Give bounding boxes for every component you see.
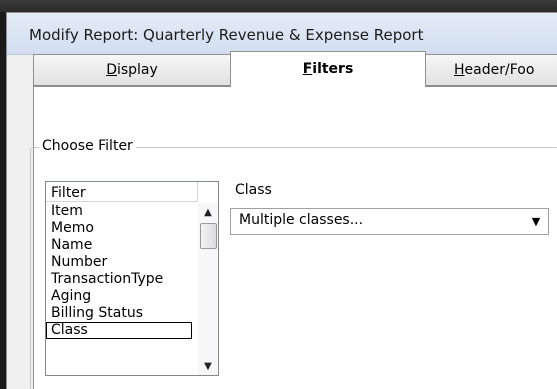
tab-header-footer-mnemonic: H: [454, 62, 465, 78]
tab-filters-mnemonic: F: [302, 61, 313, 77]
filter-list[interactable]: Filter Item Memo Name Number Transaction…: [45, 181, 219, 376]
filter-item-item[interactable]: Item: [46, 203, 198, 220]
title-bar[interactable]: Modify Report: Quarterly Revenue & Expen…: [7, 13, 557, 55]
filter-list-header: Filter: [46, 182, 198, 202]
scroll-thumb[interactable]: [200, 223, 217, 249]
tab-display[interactable]: Display: [33, 54, 231, 86]
filter-item-billing-status[interactable]: Billing Status: [46, 305, 198, 322]
class-dropdown[interactable]: Multiple classes... ▼: [230, 208, 549, 235]
filter-item-memo[interactable]: Memo: [46, 220, 198, 237]
class-field-label: Class: [235, 182, 272, 198]
filter-list-scrollbar[interactable]: ▲ ▼: [198, 203, 218, 375]
tab-filters[interactable]: Filters: [230, 51, 426, 87]
scroll-down-arrow-icon[interactable]: ▼: [198, 358, 218, 375]
class-dropdown-value: Multiple classes...: [239, 212, 364, 228]
tab-display-label: isplay: [116, 62, 158, 78]
tab-filters-label: ilters: [312, 61, 354, 77]
filter-item-aging[interactable]: Aging: [46, 288, 198, 305]
background-strip: [0, 0, 557, 12]
choose-filter-label: Choose Filter: [39, 138, 136, 154]
modify-report-dialog: Modify Report: Quarterly Revenue & Expen…: [6, 12, 557, 389]
tab-header-footer[interactable]: Header/Foo: [425, 54, 557, 86]
window-title: Modify Report: Quarterly Revenue & Expen…: [29, 26, 424, 44]
filter-item-number[interactable]: Number: [46, 254, 198, 271]
filter-item-name[interactable]: Name: [46, 237, 198, 254]
filter-item-transactiontype[interactable]: TransactionType: [46, 271, 198, 288]
dropdown-arrow-icon[interactable]: ▼: [525, 210, 547, 233]
filters-tab-page: Choose Filter Filter Item Memo Name Numb…: [30, 86, 557, 389]
tab-header-footer-label: eader/Foo: [464, 62, 535, 78]
filter-list-items: Item Memo Name Number TransactionType Ag…: [46, 203, 198, 339]
tab-display-mnemonic: D: [106, 62, 117, 78]
filter-item-class[interactable]: Class: [46, 322, 192, 339]
scroll-up-arrow-icon[interactable]: ▲: [198, 204, 218, 221]
